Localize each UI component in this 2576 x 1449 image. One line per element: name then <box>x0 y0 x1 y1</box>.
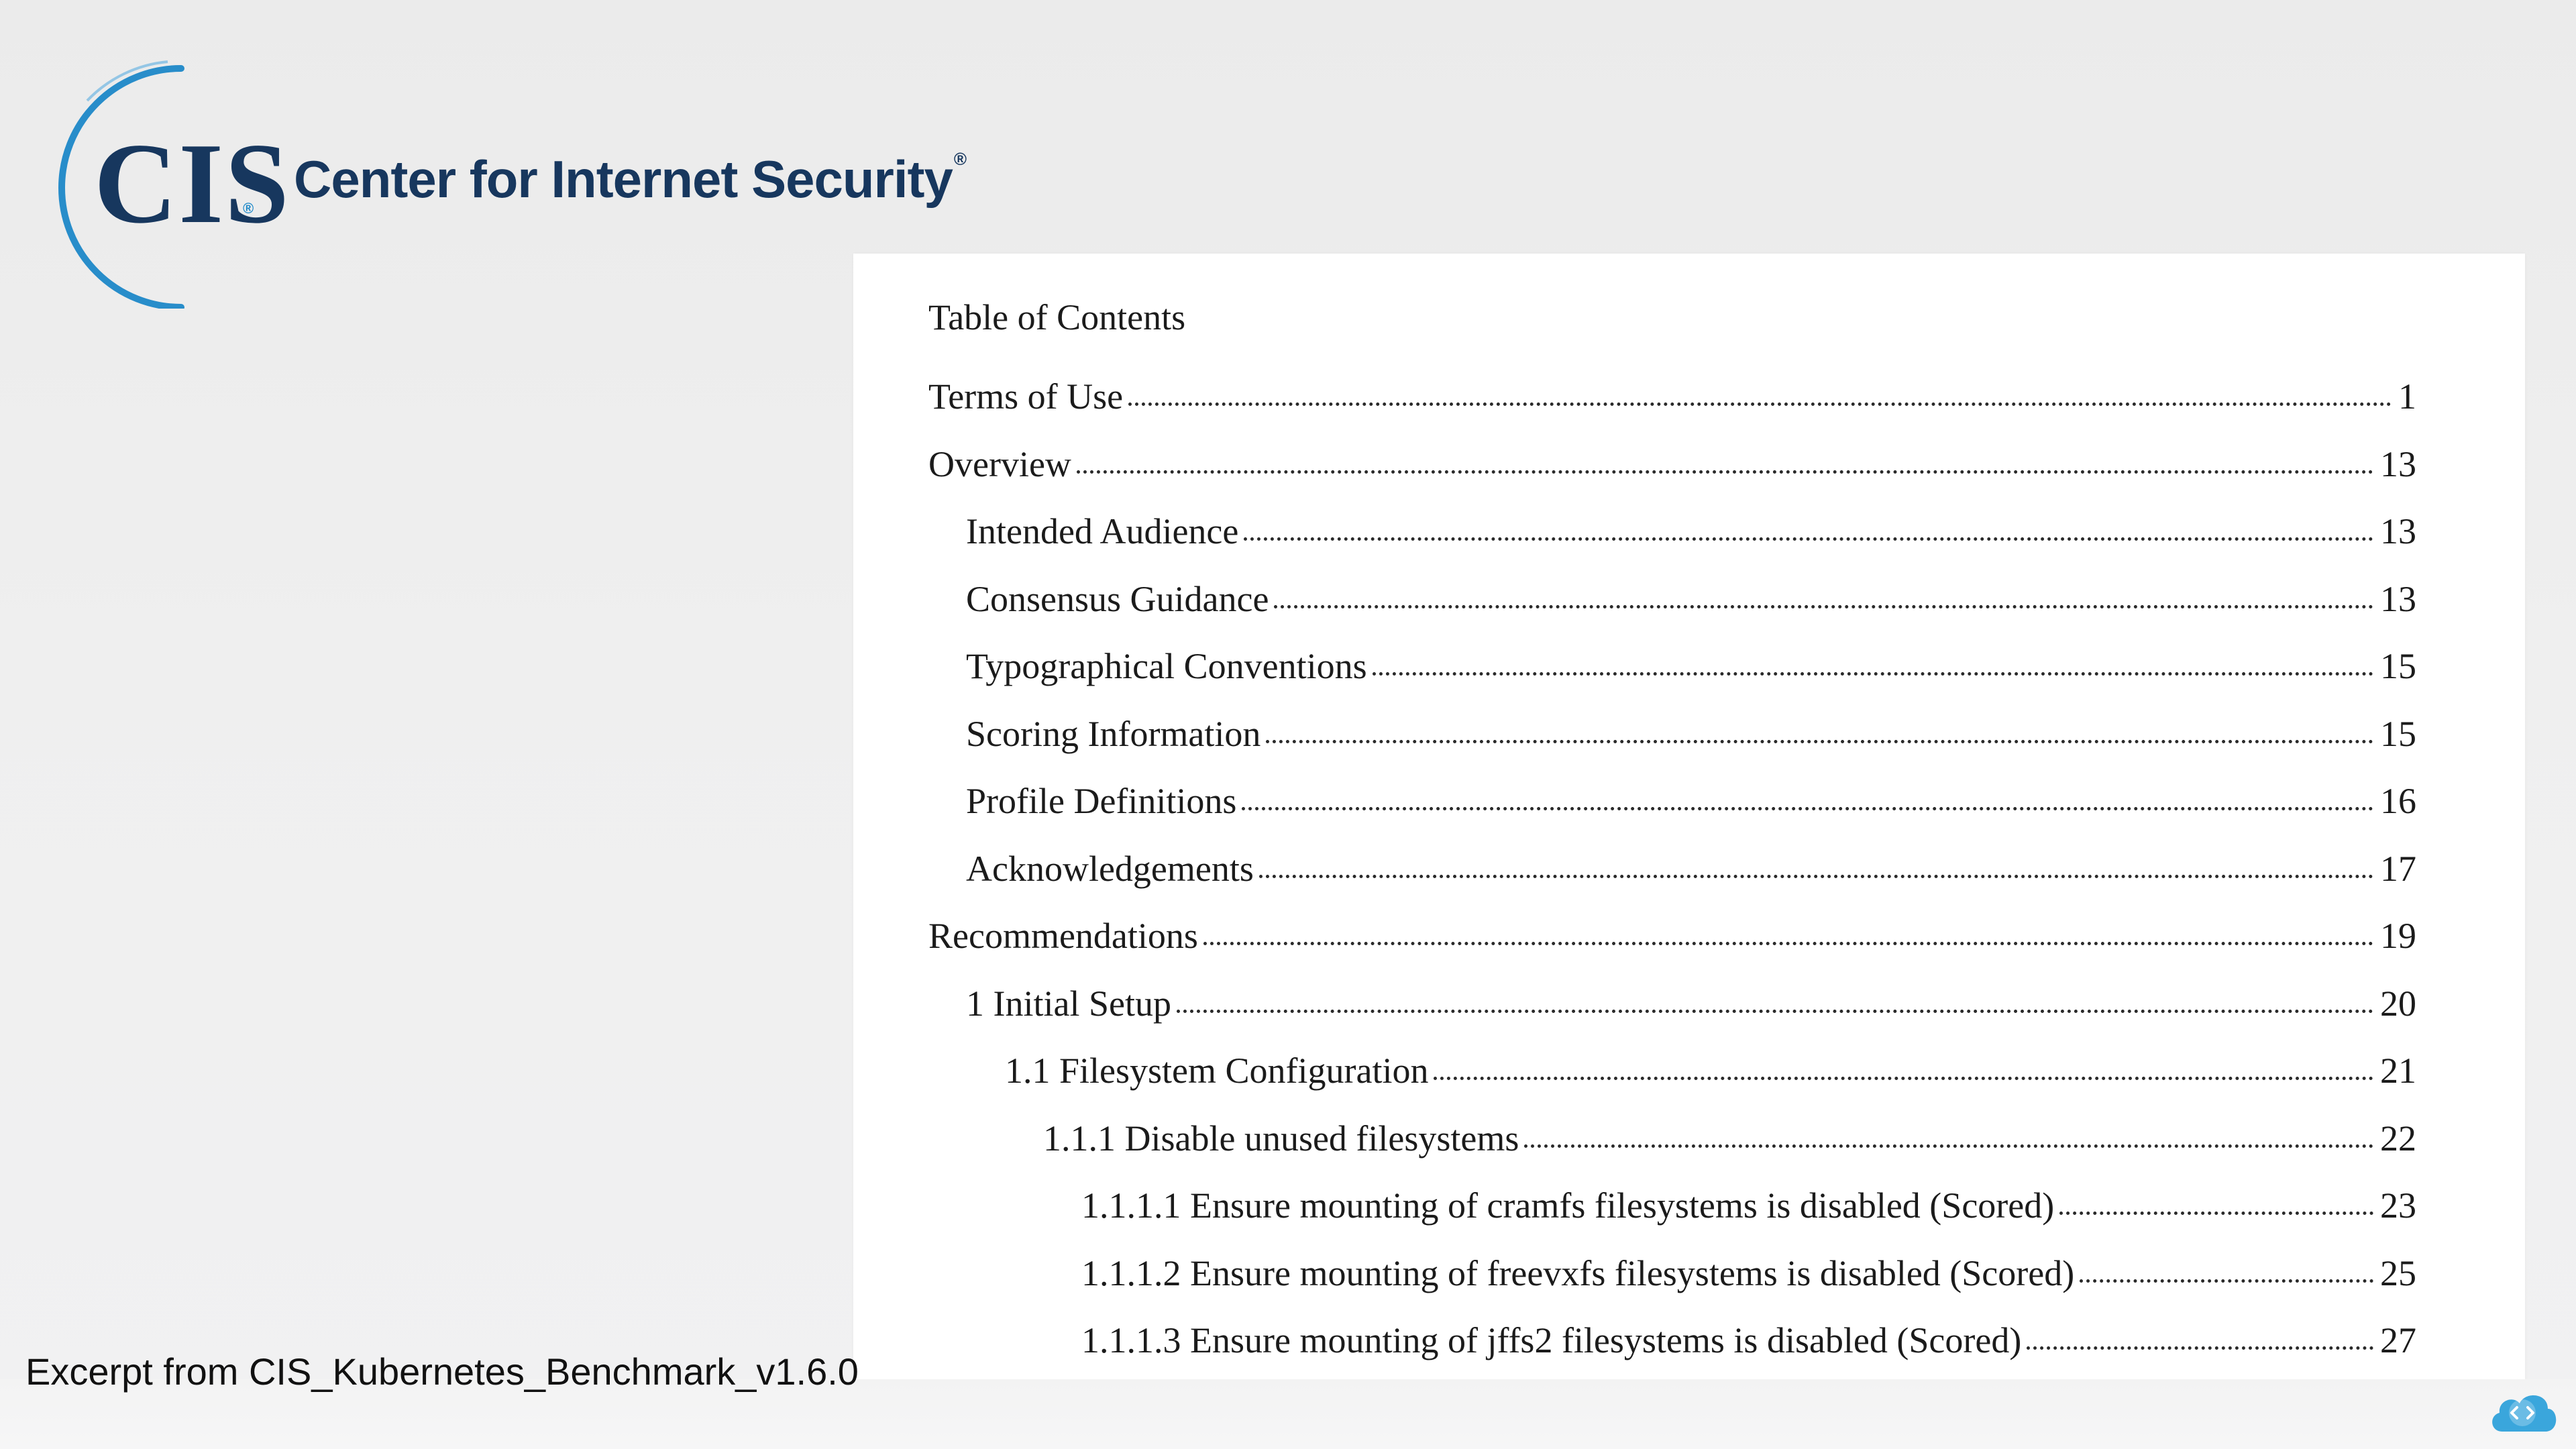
toc-entry-text: Profile Definitions <box>966 781 1237 821</box>
toc-entry[interactable]: 1.1.1.3 Ensure mounting of jffs2 filesys… <box>928 1320 2416 1387</box>
toc-entry-page: 22 <box>2380 1118 2416 1159</box>
toc-entry-text: 1.1.1 Disable unused filesystems <box>1043 1118 1519 1159</box>
logo-registered-mark: ® <box>243 200 254 217</box>
toc-dot-leader <box>1076 470 2373 474</box>
toc-entry-text: Typographical Conventions <box>966 646 1367 686</box>
toc-entry[interactable]: 1.1.1.2 Ensure mounting of freevxfs file… <box>928 1252 2416 1320</box>
toc-entry-page: 16 <box>2380 781 2416 821</box>
toc-entry-page: 15 <box>2380 646 2416 686</box>
document-page: Table of Contents Terms of Use 1 Overview 1… <box>853 254 2525 1381</box>
code-cloud-icon[interactable] <box>2486 1386 2561 1437</box>
toc-entry[interactable]: Scoring Information 15 <box>928 713 2416 781</box>
toc-entry[interactable]: Intended Audience 13 <box>928 511 2416 578</box>
toc-dot-leader <box>2059 1212 2373 1215</box>
toc-entry[interactable]: Terms of Use 1 <box>928 376 2416 443</box>
toc-entry-text: 1.1.1.3 Ensure mounting of jffs2 filesys… <box>1081 1320 2022 1360</box>
toc-entry[interactable]: Acknowledgements 17 <box>928 848 2416 916</box>
toc-dot-leader <box>1274 604 2373 608</box>
toc-entry[interactable]: 1.1.1.1 Ensure mounting of cramfs filesy… <box>928 1185 2416 1252</box>
toc-title: Table of Contents <box>928 297 1186 337</box>
toc-entry-text: Recommendations <box>928 916 1198 956</box>
toc-dot-leader <box>1176 1009 2373 1013</box>
logo-name-registered: ® <box>953 149 967 169</box>
toc-entry[interactable]: Overview 13 <box>928 443 2416 511</box>
toc-entry-page: 23 <box>2380 1185 2416 1226</box>
logo-name: Center for Internet Security® <box>294 150 967 205</box>
toc-entry-page: 27 <box>2380 1320 2416 1360</box>
toc-entry-page: 13 <box>2380 578 2416 619</box>
toc-entry-page: 15 <box>2380 713 2416 754</box>
toc-entry[interactable]: Consensus Guidance 13 <box>928 578 2416 646</box>
toc-entry-page: 21 <box>2380 1051 2416 1091</box>
toc-entry[interactable]: Typographical Conventions 15 <box>928 645 2416 713</box>
excerpt-caption: Excerpt from CIS_Kubernetes_Benchmark_v1… <box>25 1350 859 1393</box>
toc-dot-leader <box>1266 739 2373 743</box>
toc-entry-page: 20 <box>2380 983 2416 1024</box>
toc-entry-text: Overview <box>928 443 1071 484</box>
toc-entry-page: 1 <box>2398 376 2416 417</box>
toc-entry-text: 1.1.1.1 Ensure mounting of cramfs filesy… <box>1081 1185 2055 1226</box>
code-cloud-svg <box>2492 1395 2557 1432</box>
toc-entry-text: Consensus Guidance <box>966 578 1269 619</box>
toc-entry-text: Terms of Use <box>928 376 1124 417</box>
toc-dot-leader <box>1128 402 2392 406</box>
toc-dot-leader <box>1372 672 2373 676</box>
toc-entry-text: Scoring Information <box>966 713 1261 754</box>
toc-entry-page: 13 <box>2380 511 2416 551</box>
toc-dot-leader <box>2027 1346 2373 1350</box>
toc-dot-leader <box>1258 874 2373 878</box>
toc-dot-leader <box>1242 807 2373 810</box>
toc-entry-page: 13 <box>2380 443 2416 484</box>
toc-dot-leader <box>1524 1144 2373 1148</box>
toc-entry-page: 17 <box>2380 848 2416 889</box>
toc-entry-text: Intended Audience <box>966 511 1239 551</box>
toc-entry[interactable]: 1.1.1 Disable unused filesystems 22 <box>928 1118 2416 1185</box>
toc-list: Terms of Use 1 Overview 13 Intended Audience… <box>928 376 2416 1387</box>
toc-dot-leader <box>1434 1077 2373 1080</box>
logo-mark: CIS <box>94 120 290 248</box>
toc-entry-text: 1.1.1.2 Ensure mounting of freevxfs file… <box>1081 1252 2075 1293</box>
toc-entry-text: 1 Initial Setup <box>966 983 1171 1024</box>
toc-dot-leader <box>1244 537 2373 541</box>
toc-entry[interactable]: 1.1 Filesystem Configuration 21 <box>928 1050 2416 1118</box>
toc-entry-text: 1.1 Filesystem Configuration <box>1005 1051 1429 1091</box>
toc-entry-text: Acknowledgements <box>966 848 1254 889</box>
logo-name-text: Center for Internet Security <box>294 150 953 209</box>
toc-dot-leader <box>2080 1279 2373 1283</box>
toc-entry[interactable]: 1 Initial Setup 20 <box>928 983 2416 1051</box>
toc-dot-leader <box>1203 942 2373 945</box>
toc-entry[interactable]: Profile Definitions 16 <box>928 780 2416 848</box>
toc-entry-page: 25 <box>2380 1252 2416 1293</box>
toc-entry-page: 19 <box>2380 916 2416 956</box>
toc-entry[interactable]: Recommendations 19 <box>928 915 2416 983</box>
